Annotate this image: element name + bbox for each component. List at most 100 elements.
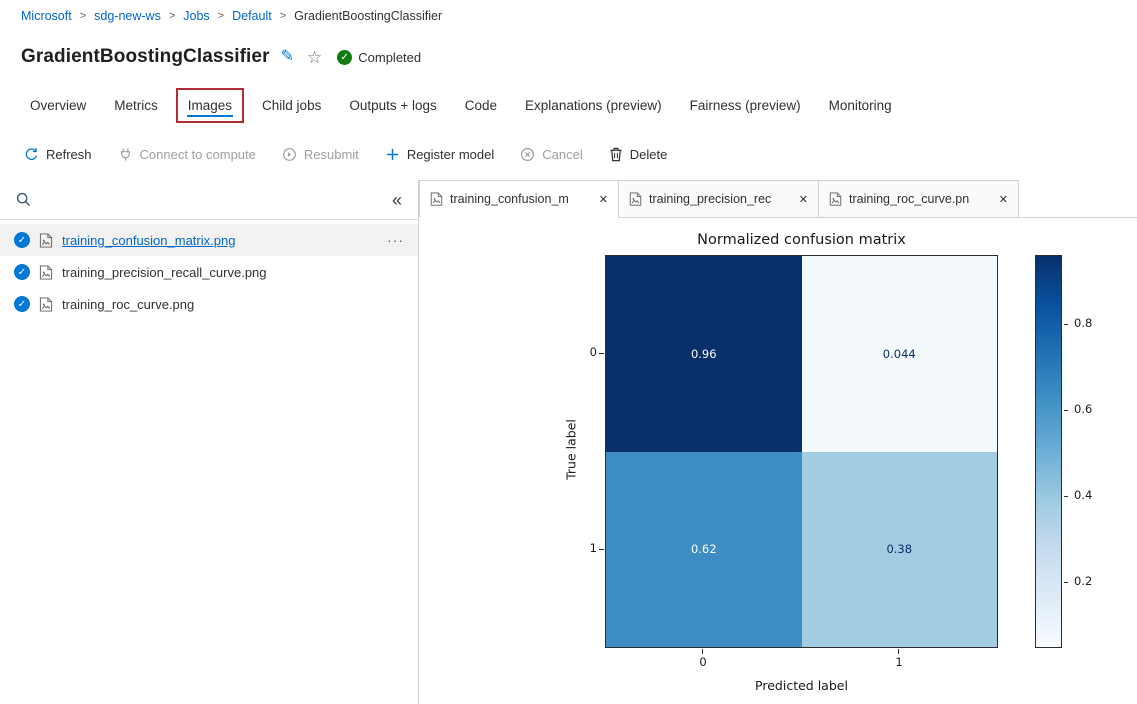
heatmap-cell-1-0: 0.62 — [606, 452, 802, 648]
doc-tab-label: training_confusion_m — [450, 192, 569, 206]
doc-tab-confusion-matrix[interactable]: training_confusion_m ✕ — [419, 180, 619, 218]
connect-to-compute-label: Connect to compute — [140, 147, 256, 162]
cancel-icon — [520, 147, 535, 162]
colorbar-tick-label: 0.6 — [1074, 402, 1092, 416]
viewer-panel: training_confusion_m ✕ training_precisio… — [419, 180, 1137, 704]
x-axis-label: Predicted label — [605, 678, 998, 693]
tab-metrics[interactable]: Metrics — [100, 86, 172, 125]
image-file-icon — [430, 192, 443, 206]
file-list-item-roc-curve[interactable]: ✓ training_roc_curve.png — [0, 288, 418, 320]
breadcrumb-item-microsoft[interactable]: Microsoft — [21, 9, 72, 23]
refresh-label: Refresh — [46, 147, 92, 162]
y-axis-label: True label — [564, 410, 579, 490]
tab-images[interactable]: Images — [176, 88, 244, 123]
image-file-icon — [39, 265, 53, 280]
cancel-label: Cancel — [542, 147, 582, 162]
resubmit-label: Resubmit — [304, 147, 359, 162]
connect-to-compute-button[interactable]: Connect to compute — [118, 147, 256, 162]
collapse-panel-icon[interactable]: « — [392, 191, 402, 209]
x-tick-label-1: 1 — [889, 655, 909, 669]
y-tick-label-0: 0 — [575, 345, 597, 359]
image-file-icon — [39, 233, 53, 248]
edit-name-icon[interactable]: ✎ — [279, 47, 296, 67]
completed-check-icon: ✓ — [337, 50, 352, 65]
doc-tab-precision-recall[interactable]: training_precision_rec ✕ — [619, 180, 819, 218]
tab-outputs-logs[interactable]: Outputs + logs — [335, 86, 450, 125]
image-file-icon — [629, 192, 642, 206]
colorbar-tick-label: 0.4 — [1074, 488, 1092, 502]
page-header: GradientBoostingClassifier ✎ ☆ ✓ Complet… — [0, 32, 1137, 82]
check-circle-icon[interactable]: ✓ — [14, 232, 30, 248]
file-list-item-confusion-matrix[interactable]: ✓ training_confusion_matrix.png ··· — [0, 224, 418, 256]
file-name[interactable]: training_roc_curve.png — [62, 297, 194, 312]
breadcrumb-item-jobs[interactable]: Jobs — [183, 9, 209, 23]
resubmit-button[interactable]: Resubmit — [282, 147, 359, 162]
file-name[interactable]: training_confusion_matrix.png — [62, 233, 235, 248]
check-circle-icon[interactable]: ✓ — [14, 264, 30, 280]
chart-title: Normalized confusion matrix — [605, 232, 998, 248]
colorbar-gradient — [1035, 255, 1062, 648]
colorbar-tick-label: 0.8 — [1074, 316, 1092, 330]
breadcrumb-item-current: GradientBoostingClassifier — [294, 9, 442, 23]
close-tab-icon[interactable]: ✕ — [599, 193, 608, 206]
confusion-matrix-figure: Normalized confusion matrix True label 0… — [419, 218, 1137, 704]
tab-code[interactable]: Code — [451, 86, 511, 125]
colorbar: 0.8 0.6 0.4 0.2 — [1035, 255, 1125, 648]
doc-tab-label: training_precision_rec — [649, 192, 771, 206]
tick-mark — [1064, 582, 1068, 583]
tick-mark — [1064, 496, 1068, 497]
tick-mark — [898, 649, 899, 654]
tick-mark — [1064, 410, 1068, 411]
tab-fairness[interactable]: Fairness (preview) — [676, 86, 815, 125]
heatmap-cell-0-1: 0.044 — [802, 256, 998, 452]
page-title: GradientBoostingClassifier — [21, 46, 270, 68]
breadcrumb-separator: > — [80, 10, 86, 22]
plus-icon — [385, 147, 400, 162]
tab-explanations[interactable]: Explanations (preview) — [511, 86, 676, 125]
file-panel-header: « — [0, 180, 418, 220]
tick-mark — [1064, 324, 1068, 325]
file-list: ✓ training_confusion_matrix.png ··· ✓ — [0, 220, 418, 320]
delete-button[interactable]: Delete — [609, 147, 668, 162]
status-badge: ✓ Completed — [337, 50, 421, 65]
breadcrumb-separator: > — [280, 10, 286, 22]
image-file-icon — [39, 297, 53, 312]
breadcrumb: Microsoft > sdg-new-ws > Jobs > Default … — [0, 0, 1137, 32]
tab-monitoring[interactable]: Monitoring — [815, 86, 906, 125]
close-tab-icon[interactable]: ✕ — [999, 193, 1008, 206]
heatmap-plot: 0.96 0.044 0.62 0.38 — [605, 255, 998, 648]
command-toolbar: Refresh Connect to compute Resubmit Regi… — [0, 128, 1137, 180]
register-model-button[interactable]: Register model — [385, 147, 494, 162]
breadcrumb-separator: > — [169, 10, 175, 22]
file-list-item-precision-recall[interactable]: ✓ training_precision_recall_curve.png — [0, 256, 418, 288]
breadcrumb-separator: > — [218, 10, 224, 22]
heatmap-cell-1-1: 0.38 — [802, 452, 998, 648]
search-icon[interactable] — [16, 192, 31, 207]
cancel-button[interactable]: Cancel — [520, 147, 582, 162]
file-panel: « ✓ training_confusion_matrix.png ··· ✓ — [0, 180, 419, 704]
heatmap-cell-0-0: 0.96 — [606, 256, 802, 452]
resubmit-icon — [282, 147, 297, 162]
favorite-star-icon[interactable]: ☆ — [305, 47, 324, 68]
document-tabs: training_confusion_m ✕ training_precisio… — [419, 180, 1137, 218]
tab-child-jobs[interactable]: Child jobs — [248, 86, 335, 125]
close-tab-icon[interactable]: ✕ — [799, 193, 808, 206]
file-name[interactable]: training_precision_recall_curve.png — [62, 265, 267, 280]
tick-mark — [599, 353, 604, 354]
delete-label: Delete — [630, 147, 668, 162]
y-tick-label-1: 1 — [575, 541, 597, 555]
check-circle-icon[interactable]: ✓ — [14, 296, 30, 312]
doc-tab-roc-curve[interactable]: training_roc_curve.pn ✕ — [819, 180, 1019, 218]
status-text: Completed — [358, 50, 421, 65]
breadcrumb-item-experiment[interactable]: Default — [232, 9, 272, 23]
register-model-label: Register model — [407, 147, 494, 162]
refresh-button[interactable]: Refresh — [24, 147, 92, 162]
file-menu-icon[interactable]: ··· — [387, 232, 404, 248]
image-file-icon — [829, 192, 842, 206]
refresh-icon — [24, 147, 39, 162]
tab-overview[interactable]: Overview — [16, 86, 100, 125]
tick-mark — [702, 649, 703, 654]
content-split: « ✓ training_confusion_matrix.png ··· ✓ — [0, 180, 1137, 704]
breadcrumb-item-workspace[interactable]: sdg-new-ws — [94, 9, 161, 23]
delete-icon — [609, 147, 623, 162]
